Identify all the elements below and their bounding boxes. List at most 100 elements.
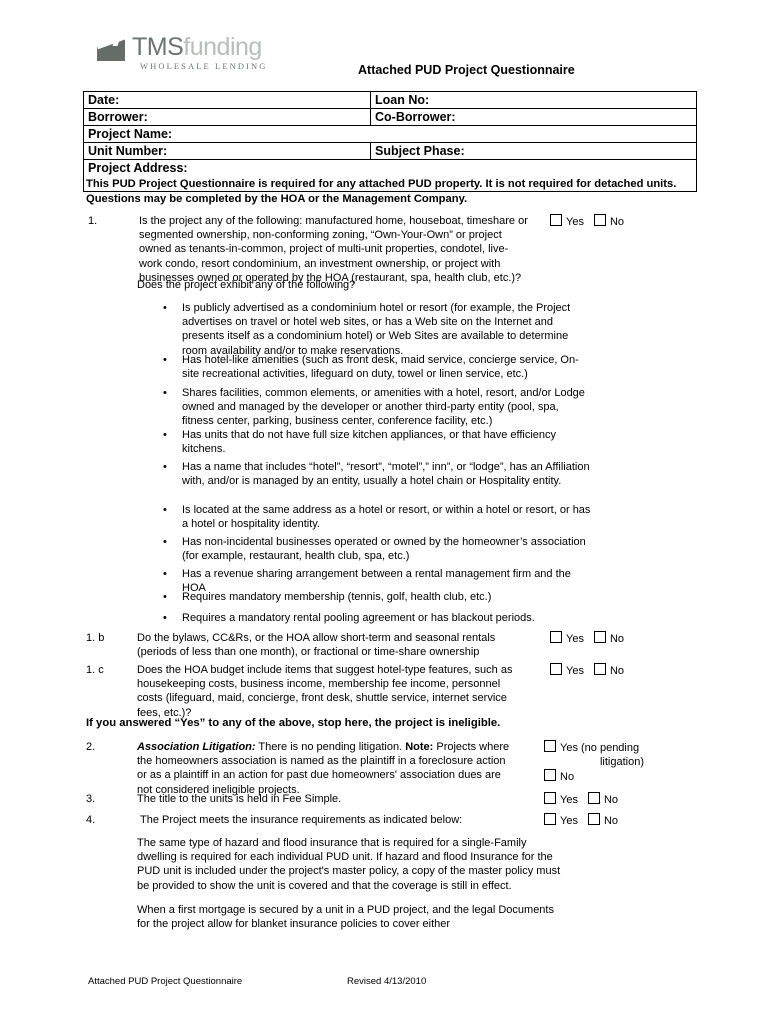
- question-1b-text: Do the bylaws, CC&Rs, or the HOA allow s…: [137, 632, 496, 659]
- list-item-text: Has hotel-like amenities (such as front …: [182, 354, 579, 381]
- page-title: Attached PUD Project Questionnaire: [358, 63, 575, 77]
- insurance-paragraph-1: The same type of hazard and flood insura…: [137, 837, 561, 892]
- logo-wordmark: TMSfunding: [132, 33, 262, 61]
- list-item-text: Requires mandatory membership (tennis, g…: [182, 591, 492, 603]
- question-3-no-option[interactable]: No: [587, 792, 619, 807]
- question-2-part1: There is no pending litigation.: [255, 741, 406, 753]
- logo-tagline: WHOLESALE LENDING: [140, 61, 268, 71]
- bullet-icon: •: [163, 302, 167, 314]
- question-1-yes-option[interactable]: Yes: [550, 214, 584, 229]
- list-item: • Is located at the same address as a ho…: [163, 503, 593, 531]
- checkbox-icon[interactable]: [593, 214, 606, 226]
- question-3-text: The title to the units is held in Fee Si…: [137, 793, 342, 805]
- option-label: No: [609, 216, 625, 228]
- question-1c-no-option[interactable]: No: [593, 663, 625, 678]
- option-label: Yes: [566, 216, 584, 228]
- question-4-yes-option[interactable]: Yes: [544, 813, 578, 828]
- list-item: • Requires mandatory membership (tennis,…: [163, 590, 593, 604]
- option-label: Yes: [560, 794, 578, 806]
- question-4-answers: Yes No: [544, 813, 628, 828]
- checkbox-icon[interactable]: [544, 813, 556, 825]
- option-label: No: [603, 794, 619, 806]
- bullet-icon: •: [163, 387, 167, 399]
- field-label-project-name[interactable]: Project Name:: [83, 125, 697, 143]
- bullet-icon: •: [163, 461, 167, 473]
- field-label-subject-phase[interactable]: Subject Phase:: [370, 142, 697, 160]
- field-label-co-borrower[interactable]: Co-Borrower:: [370, 108, 697, 126]
- bullet-icon: •: [163, 591, 167, 603]
- footer-left-text: Attached PUD Project Questionnaire: [88, 976, 243, 987]
- question-1b-no-option[interactable]: No: [593, 631, 625, 646]
- checkbox-icon[interactable]: [544, 740, 556, 752]
- question-1-text: Is the project any of the following: man…: [139, 215, 528, 284]
- question-1-number: 1.: [88, 215, 98, 227]
- question-1-answers: Yes No: [550, 214, 634, 229]
- checkbox-icon[interactable]: [587, 792, 600, 804]
- list-item: • Shares facilities, common elements, or…: [163, 386, 593, 429]
- tms-funding-logo: TMSfunding WHOLESALE LENDING: [97, 33, 272, 78]
- question-1c-number: 1. c: [86, 664, 104, 676]
- question-1c-answers: Yes No: [550, 663, 634, 678]
- list-item-text: Has units that do not have full size kit…: [182, 429, 557, 456]
- question-3-answers: Yes No: [544, 792, 628, 807]
- ineligible-statement: If you answered “Yes” to any of the abov…: [86, 717, 501, 729]
- question-4-text: The Project meets the insurance requirem…: [140, 814, 463, 826]
- list-item: • Is publicly advertised as a condominiu…: [163, 301, 593, 358]
- checkbox-icon[interactable]: [550, 214, 562, 226]
- question-4-no-option[interactable]: No: [587, 813, 619, 828]
- checkbox-icon[interactable]: [544, 769, 556, 781]
- list-item-text: Is publicly advertised as a condominium …: [182, 302, 571, 357]
- question-1b-yes-option[interactable]: Yes: [550, 631, 584, 646]
- footer-revision-date: Revised 4/13/2010: [347, 976, 427, 987]
- table-row: Borrower: Co-Borrower:: [83, 108, 697, 126]
- question-1c-yes-option[interactable]: Yes: [550, 663, 584, 678]
- list-item: • Has non-incidental businesses operated…: [163, 535, 593, 563]
- bullet-icon: •: [163, 568, 167, 580]
- checkbox-icon[interactable]: [587, 813, 600, 825]
- question-2-answers: Yes (no pending litigation) No: [544, 740, 645, 784]
- question-2-no-option[interactable]: No: [544, 769, 645, 784]
- list-item-text: Is located at the same address as a hote…: [182, 504, 591, 531]
- page-footer: Attached PUD Project Questionnaire Revis…: [88, 976, 688, 987]
- question-1c-text: Does the HOA budget include items that s…: [137, 664, 513, 719]
- bullet-icon: •: [163, 536, 167, 548]
- question-3-number: 3.: [86, 793, 96, 805]
- bullet-icon: •: [163, 504, 167, 516]
- insurance-paragraph-2: When a first mortgage is secured by a un…: [137, 904, 554, 931]
- field-label-loan-no[interactable]: Loan No:: [370, 91, 697, 109]
- list-item-text: Has a name that includes “hotel”, “resor…: [182, 461, 590, 488]
- document-page: TMSfunding WHOLESALE LENDING Attached PU…: [0, 0, 770, 1024]
- question-4-number: 4.: [86, 814, 96, 826]
- checkbox-icon[interactable]: [544, 792, 556, 804]
- option-label: No: [603, 815, 619, 827]
- table-row: Date: Loan No:: [83, 91, 697, 109]
- checkbox-icon[interactable]: [593, 663, 606, 675]
- question-2-text: Association Litigation: There is no pend…: [137, 740, 512, 797]
- checkbox-icon[interactable]: [550, 631, 562, 643]
- option-label: Yes: [566, 633, 584, 645]
- document-header: TMSfunding WHOLESALE LENDING Attached PU…: [0, 0, 770, 92]
- field-label-borrower[interactable]: Borrower:: [83, 108, 371, 126]
- option-label: Yes: [566, 665, 584, 677]
- option-label: No: [560, 771, 575, 783]
- checkbox-icon[interactable]: [593, 631, 606, 643]
- question-2-yes-option[interactable]: Yes (no pending: [544, 740, 645, 755]
- question-3-yes-option[interactable]: Yes: [544, 792, 578, 807]
- table-row: Unit Number: Subject Phase:: [83, 142, 697, 160]
- option-label: No: [609, 665, 625, 677]
- question-2-number: 2.: [86, 741, 96, 753]
- checkbox-icon[interactable]: [550, 663, 562, 675]
- intro-paragraph: This PUD Project Questionnaire is requir…: [86, 178, 677, 205]
- field-label-unit-number[interactable]: Unit Number:: [83, 142, 371, 160]
- option-label: No: [609, 633, 625, 645]
- bullet-icon: •: [163, 354, 167, 366]
- list-item-text: Requires a mandatory rental pooling agre…: [182, 612, 535, 624]
- bullet-icon: •: [163, 612, 167, 624]
- logo-secondary-text: funding: [183, 33, 262, 61]
- question-1-no-option[interactable]: No: [593, 214, 625, 229]
- field-label-date[interactable]: Date:: [83, 91, 371, 109]
- list-item-text: Has non-incidental businesses operated o…: [182, 536, 586, 563]
- table-row: Project Name:: [83, 125, 697, 143]
- question-2-yes-continuation: litigation): [599, 756, 644, 768]
- list-item: • Has units that do not have full size k…: [163, 428, 593, 456]
